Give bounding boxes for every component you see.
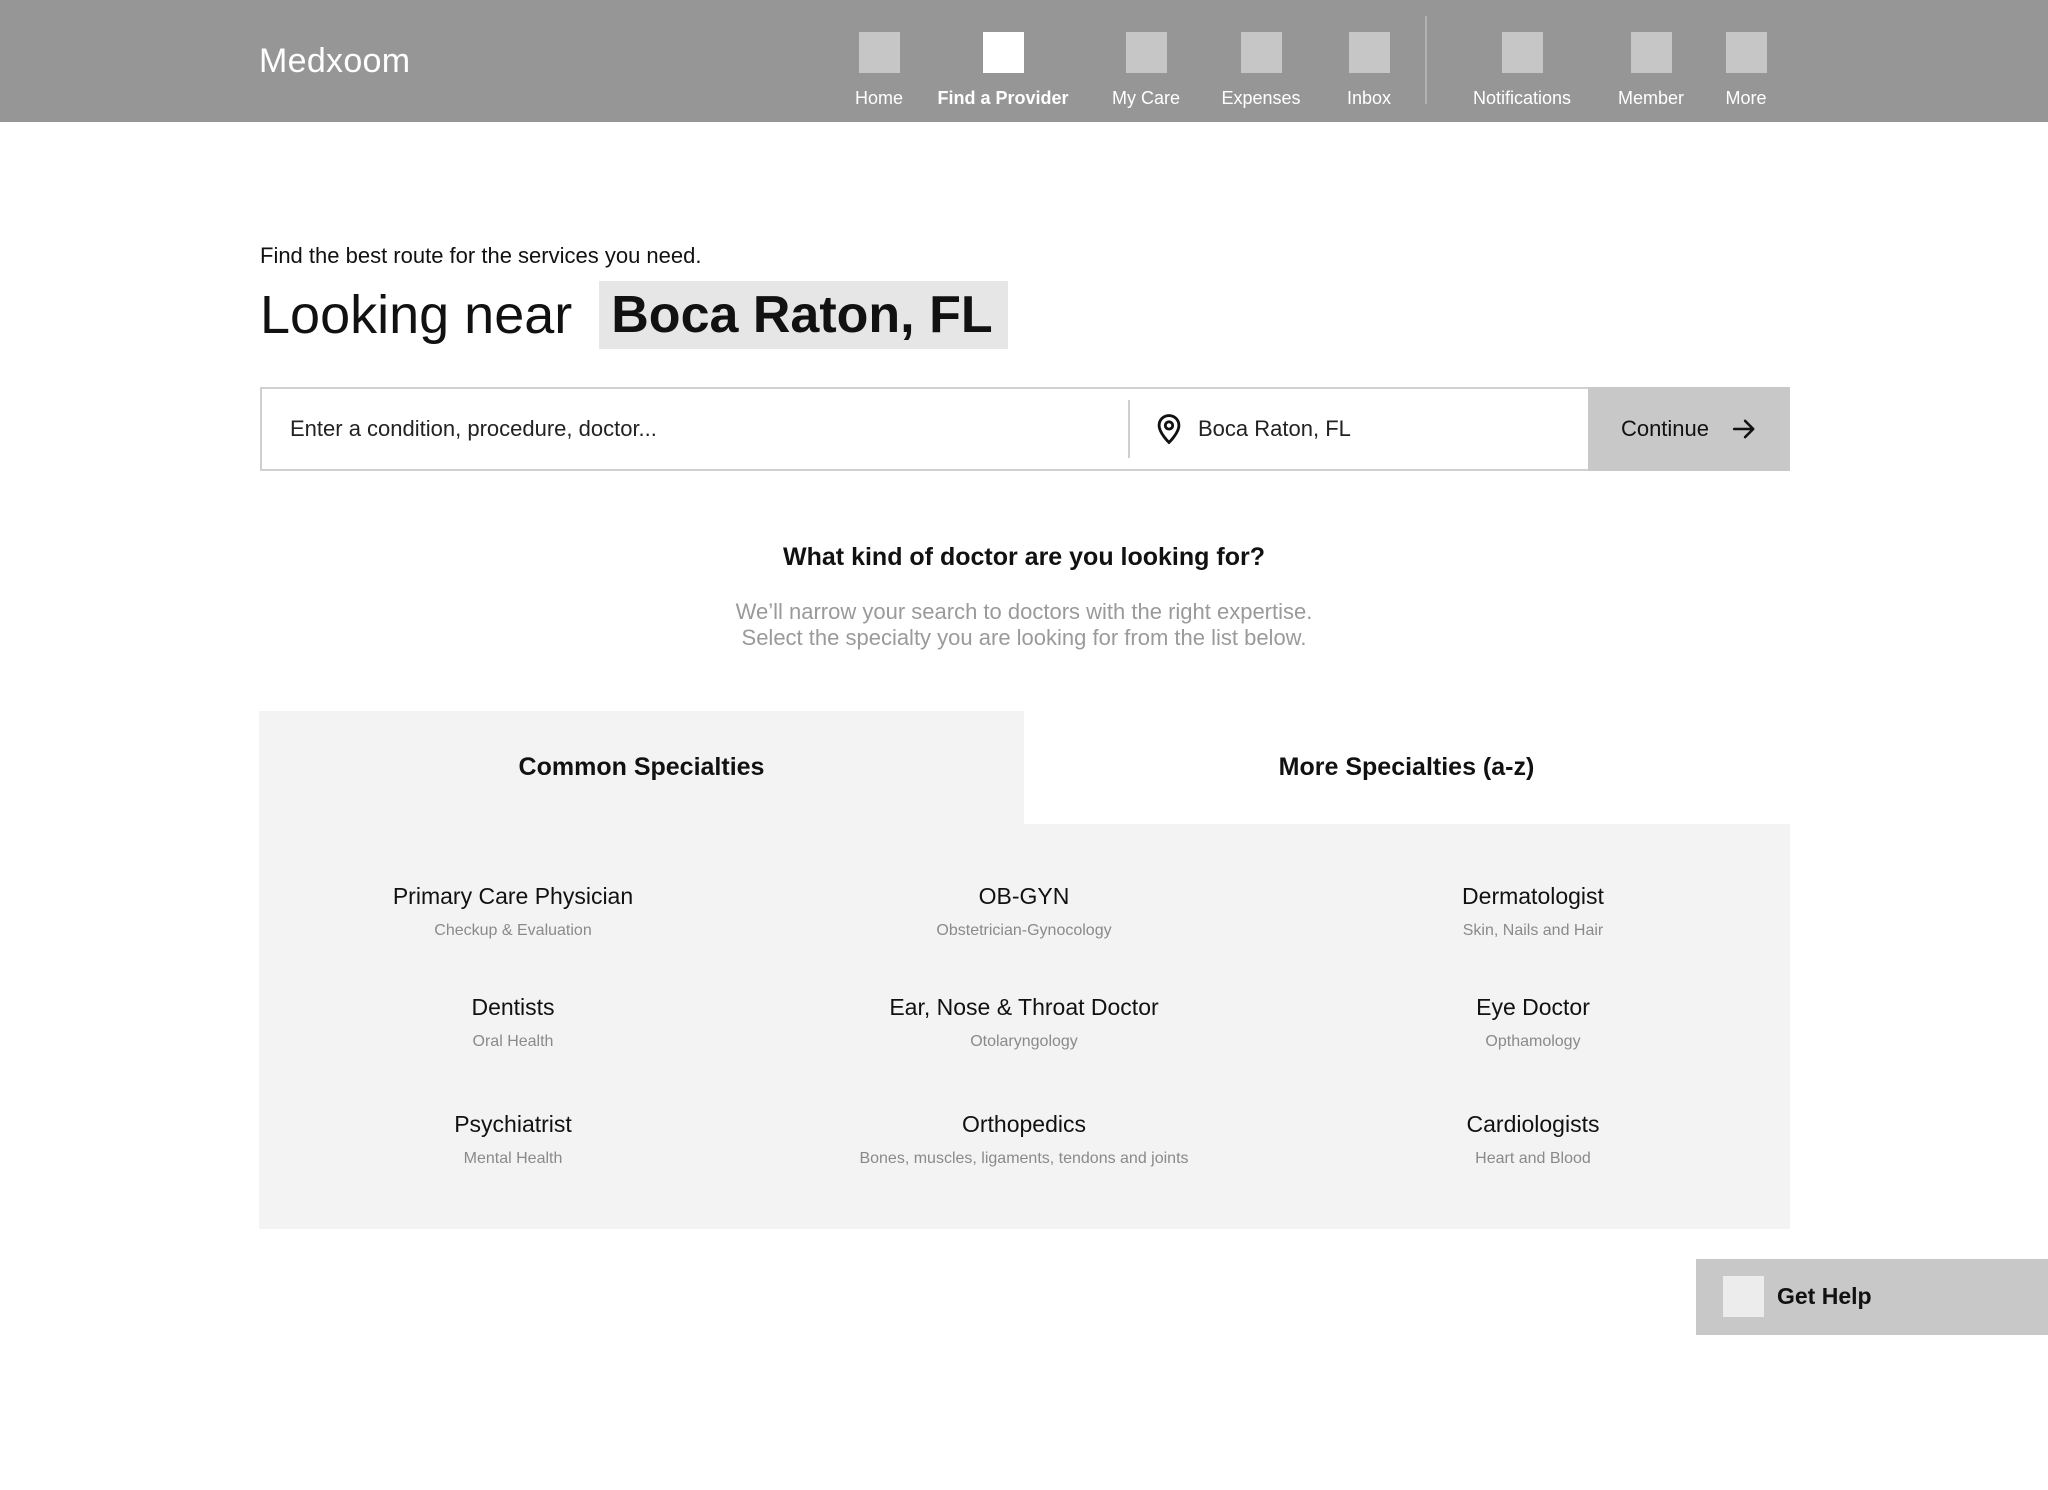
nav-label-inbox: Inbox [1346, 88, 1392, 108]
find-provider-icon [982, 32, 1024, 73]
nav-item-more[interactable]: More [1676, 32, 1816, 112]
member-icon [1630, 32, 1672, 73]
nav-label-find-a-provider: Find a Provider [937, 88, 1069, 108]
location-pin-icon [1157, 414, 1181, 445]
tab-common-specialties[interactable]: Common Specialties [259, 711, 1024, 824]
specialty-item-cardiologists[interactable]: Cardiologists Heart and Blood [1283, 1111, 1783, 1168]
inbox-icon [1348, 32, 1390, 73]
specialties-panel: Primary Care Physician Checkup & Evaluat… [259, 824, 1790, 1229]
nav-item-inbox[interactable]: Inbox [1299, 32, 1439, 112]
heading-location-highlight: Boca Raton, FL [599, 281, 1008, 349]
specialty-name: Psychiatrist [454, 1111, 572, 1137]
heading-prefix: Looking near [260, 285, 588, 345]
brand-logo[interactable]: Medxoom [259, 42, 410, 81]
specialty-description: Checkup & Evaluation [434, 922, 592, 939]
specialty-description: Mental Health [463, 1150, 563, 1167]
specialty-description: Skin, Nails and Hair [1462, 922, 1604, 939]
specialty-description: Oral Health [472, 1033, 554, 1050]
specialty-name: Dentists [471, 994, 555, 1020]
specialty-item-ob-gyn[interactable]: OB-GYN Obstetrician-Gynocology [774, 883, 1274, 940]
specialty-name: Dermatologist [1462, 883, 1604, 909]
nav-item-home[interactable]: Home [809, 32, 949, 112]
specialty-description: Obstetrician-Gynocology [936, 922, 1112, 939]
specialty-help-line-1: We’ll narrow your search to doctors with… [735, 599, 1313, 624]
continue-label: Continue [1620, 416, 1710, 441]
specialty-question: What kind of doctor are you looking for? [783, 543, 1265, 571]
more-icon [1725, 32, 1767, 73]
specialty-item-dentists[interactable]: Dentists Oral Health [263, 994, 763, 1051]
specialty-name: Orthopedics [961, 1111, 1086, 1137]
specialty-name: Ear, Nose & Throat Doctor [889, 994, 1159, 1020]
nav-label-notifications: Notifications [1472, 88, 1572, 108]
specialty-name: Primary Care Physician [392, 883, 634, 909]
nav-label-more: More [1725, 88, 1767, 108]
specialty-item-psychiatrist[interactable]: Psychiatrist Mental Health [263, 1111, 763, 1168]
my-care-icon [1125, 32, 1167, 73]
get-help-button[interactable]: Get Help [1696, 1259, 2048, 1335]
location-input[interactable] [1198, 389, 1578, 469]
help-icon [1723, 1276, 1764, 1317]
expenses-icon [1240, 32, 1282, 73]
specialty-name: Eye Doctor [1476, 994, 1590, 1020]
specialty-item-eye-doctor[interactable]: Eye Doctor Opthamology [1283, 994, 1783, 1051]
notifications-icon [1501, 32, 1543, 73]
specialty-item-orthopedics[interactable]: Orthopedics Bones, muscles, ligaments, t… [774, 1111, 1274, 1168]
top-navigation-bar: Medxoom Home Find a Provider My Care Exp… [0, 0, 2048, 122]
specialty-name: OB-GYN [978, 883, 1070, 909]
search-input[interactable] [262, 389, 1126, 469]
specialty-help-line-2: Select the specialty you are looking for… [741, 625, 1307, 650]
search-divider [1128, 400, 1130, 458]
arrow-right-icon [1732, 419, 1755, 439]
continue-button[interactable]: Continue [1588, 387, 1790, 471]
specialty-item-primary-care-physician[interactable]: Primary Care Physician Checkup & Evaluat… [263, 883, 763, 940]
specialty-description: Bones, muscles, ligaments, tendons and j… [859, 1150, 1189, 1167]
nav-label-home: Home [854, 88, 903, 108]
specialty-description: Otolaryngology [970, 1033, 1078, 1050]
page-heading: Looking near Boca Raton, FL [260, 280, 1008, 350]
specialty-item-ear-nose-throat-doctor[interactable]: Ear, Nose & Throat Doctor Otolaryngology [774, 994, 1274, 1051]
intro-text: Find the best route for the services you… [260, 243, 702, 268]
nav-item-notifications[interactable]: Notifications [1452, 32, 1592, 112]
specialty-description: Heart and Blood [1475, 1150, 1591, 1167]
nav-item-find-a-provider[interactable]: Find a Provider [933, 32, 1073, 112]
specialty-name: Cardiologists [1466, 1111, 1600, 1137]
home-icon [858, 32, 900, 73]
specialty-description: Opthamology [1485, 1033, 1581, 1050]
nav-divider [1425, 16, 1427, 104]
provider-search-bar: Continue [260, 387, 1790, 471]
specialty-item-dermatologist[interactable]: Dermatologist Skin, Nails and Hair [1283, 883, 1783, 940]
get-help-label: Get Help [1777, 1283, 1872, 1309]
tab-more-specialties[interactable]: More Specialties (a-z) [1024, 711, 1789, 824]
